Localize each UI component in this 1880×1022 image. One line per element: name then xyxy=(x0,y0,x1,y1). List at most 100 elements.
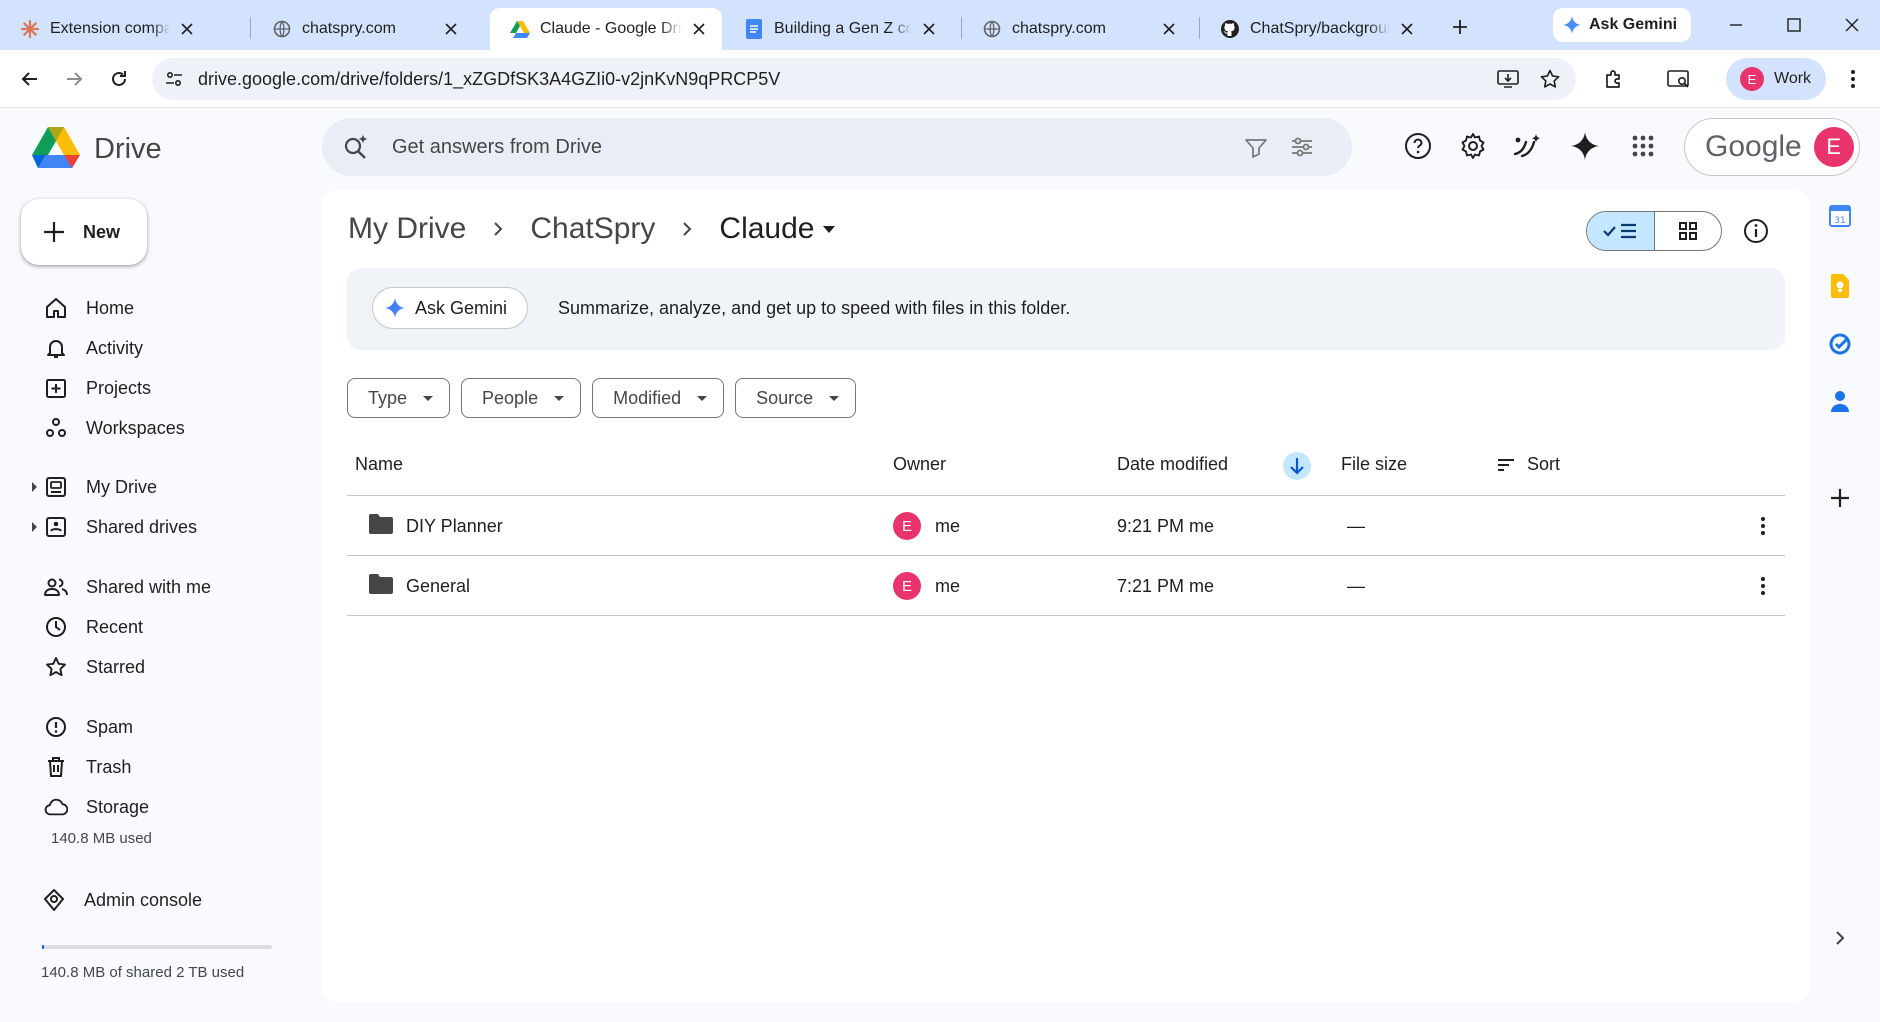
grid-view-button[interactable] xyxy=(1655,212,1722,250)
browser-menu-icon[interactable] xyxy=(1837,63,1869,95)
list-view-button[interactable] xyxy=(1587,212,1655,250)
more-actions-icon[interactable] xyxy=(1749,572,1777,600)
tab-title: chatspry.com xyxy=(1012,20,1106,37)
filter-label: People xyxy=(482,387,539,408)
column-file-size: File size xyxy=(1341,454,1408,474)
filter-type[interactable]: Type xyxy=(347,378,451,418)
drive-logo[interactable]: Drive xyxy=(32,126,162,173)
file-name: DIY Planner xyxy=(406,516,503,536)
breadcrumb-item[interactable]: ChatSpry xyxy=(530,212,655,246)
sidebar-item-recent[interactable]: Recent xyxy=(44,611,143,643)
plus-icon xyxy=(43,221,65,243)
cloud-icon xyxy=(44,795,68,819)
sort-button[interactable]: Sort xyxy=(1497,454,1560,475)
address-bar[interactable]: drive.google.com/drive/folders/1_xZGDfSK… xyxy=(152,58,1576,100)
browser-tab[interactable]: ChatSpry/background xyxy=(1200,8,1430,50)
sidebar-item-home[interactable]: Home xyxy=(44,292,134,324)
google-drive-icon xyxy=(510,19,530,39)
sidebar-item-shared-with-me[interactable]: Shared with me xyxy=(44,571,211,603)
browser-tab[interactable]: Building a Gen Z cons xyxy=(724,8,952,50)
contacts-icon[interactable] xyxy=(1824,386,1856,418)
keep-icon[interactable] xyxy=(1824,270,1856,302)
expand-caret-icon[interactable] xyxy=(32,482,37,492)
browser-tab[interactable]: Extension compatibilit xyxy=(0,8,210,50)
browser-profile-button[interactable]: E Work xyxy=(1726,58,1826,100)
apps-grid-icon[interactable] xyxy=(1625,128,1661,164)
new-tab-button[interactable] xyxy=(1446,13,1474,41)
caret-down-icon xyxy=(554,395,565,401)
close-icon[interactable] xyxy=(440,18,462,40)
sidebar-item-activity[interactable]: Activity xyxy=(44,332,143,364)
sidebar-item-shared-drives[interactable]: Shared drives xyxy=(32,511,197,543)
sidebar-item-starred[interactable]: Starred xyxy=(44,651,145,683)
close-icon[interactable] xyxy=(1396,18,1418,40)
my-drive-icon xyxy=(44,475,68,499)
close-icon[interactable] xyxy=(1158,18,1180,40)
filter-source[interactable]: Source xyxy=(735,378,857,418)
ask-gemini-button[interactable]: Ask Gemini xyxy=(372,287,529,329)
sidebar-item-admin-console[interactable]: Admin console xyxy=(42,884,202,916)
expand-caret-icon[interactable] xyxy=(32,522,37,532)
url-text: drive.google.com/drive/folders/1_xZGDfSK… xyxy=(198,69,781,89)
site-settings-icon[interactable] xyxy=(162,67,186,91)
forward-button[interactable] xyxy=(58,63,90,95)
sidebar-item-spam[interactable]: Spam xyxy=(44,711,133,743)
back-button[interactable] xyxy=(14,63,46,95)
search-input[interactable]: Get answers from Drive xyxy=(392,136,602,159)
info-icon[interactable] xyxy=(1738,213,1774,249)
table-row[interactable]: General E me 7:21 PM me — xyxy=(347,556,1785,616)
tab-title: Building a Gen Z cons xyxy=(774,20,912,37)
filter-label: Modified xyxy=(613,387,682,408)
breadcrumb-current[interactable]: Claude xyxy=(719,212,814,246)
sort-direction-icon[interactable] xyxy=(1283,452,1311,480)
gemini-sparkle-icon[interactable] xyxy=(1567,128,1603,164)
column-date-modified[interactable]: Date modified xyxy=(1117,454,1228,475)
search-settings-icon[interactable] xyxy=(1242,133,1270,161)
calendar-icon[interactable]: 31 xyxy=(1824,200,1856,232)
close-icon[interactable] xyxy=(918,18,940,40)
tasks-icon[interactable] xyxy=(1824,328,1856,360)
filter-people[interactable]: People xyxy=(461,378,582,418)
sidebar-item-label: Home xyxy=(86,297,135,318)
column-name[interactable]: Name xyxy=(355,454,403,475)
people-icon xyxy=(44,575,68,599)
sidebar-item-storage[interactable]: Storage xyxy=(44,791,149,823)
new-button[interactable]: New xyxy=(21,199,147,265)
install-app-icon[interactable] xyxy=(1496,67,1520,91)
avatar: E xyxy=(893,512,921,540)
storage-used-text: 140.8 MB used xyxy=(51,830,152,847)
tab-search-icon[interactable] xyxy=(1663,63,1695,95)
maximize-button[interactable] xyxy=(1776,10,1812,40)
more-actions-icon[interactable] xyxy=(1749,512,1777,540)
gear-icon[interactable] xyxy=(1455,128,1491,164)
help-icon[interactable] xyxy=(1400,128,1436,164)
minimize-button[interactable] xyxy=(1718,10,1754,40)
sidebar-item-projects[interactable]: Projects xyxy=(44,372,151,404)
ai-tools-icon[interactable] xyxy=(1509,128,1545,164)
close-icon[interactable] xyxy=(688,18,710,40)
extensions-icon[interactable] xyxy=(1598,63,1630,95)
sidebar-item-label: Starred xyxy=(86,656,146,677)
sidebar-item-workspaces[interactable]: Workspaces xyxy=(44,412,185,444)
browser-tab[interactable]: chatspry.com xyxy=(252,8,474,50)
search-bar[interactable]: Get answers from Drive xyxy=(322,118,1352,176)
sidebar-item-my-drive[interactable]: My Drive xyxy=(32,471,157,503)
sidebar-item-label: Workspaces xyxy=(86,417,185,438)
filter-bar: Type People Modified Source xyxy=(347,378,867,418)
chevron-right-icon[interactable] xyxy=(1824,922,1856,954)
google-account-button[interactable]: Google E xyxy=(1684,118,1860,176)
add-addon-icon[interactable] xyxy=(1824,482,1856,514)
filter-modified[interactable]: Modified xyxy=(592,378,725,418)
breadcrumb-item[interactable]: My Drive xyxy=(348,212,466,246)
search-options-icon[interactable] xyxy=(1288,133,1316,161)
browser-tab[interactable]: chatspry.com xyxy=(962,8,1192,50)
close-icon[interactable] xyxy=(176,18,198,40)
caret-down-icon[interactable] xyxy=(822,224,836,234)
table-row[interactable]: DIY Planner E me 9:21 PM me — xyxy=(347,496,1785,556)
sidebar-item-trash[interactable]: Trash xyxy=(44,751,131,783)
close-window-button[interactable] xyxy=(1834,10,1870,40)
browser-tab-active[interactable]: Claude - Google Drive xyxy=(490,8,722,50)
reload-button[interactable] xyxy=(103,63,135,95)
ask-gemini-browser-button[interactable]: Ask Gemini xyxy=(1553,8,1692,42)
bookmark-star-icon[interactable] xyxy=(1538,67,1562,91)
